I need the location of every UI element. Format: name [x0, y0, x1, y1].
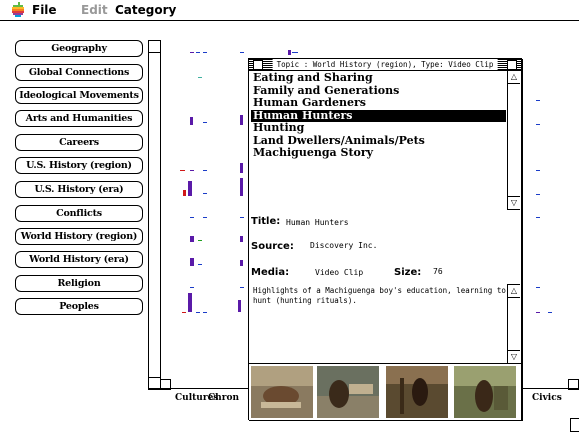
media-label: Media:	[251, 267, 290, 278]
video-thumbnail[interactable]	[317, 366, 379, 418]
grid-vertical-scrollbar[interactable]	[148, 40, 161, 390]
scroll-left-arrow-icon[interactable]	[160, 379, 171, 390]
scroll-up-arrow-icon[interactable]	[149, 41, 160, 53]
category-button-world-history-era[interactable]: World History (era)	[15, 251, 143, 268]
topic-marker[interactable]	[190, 287, 194, 288]
topic-window: Topic : World History (region), Type: Vi…	[248, 58, 522, 420]
topic-marker[interactable]	[180, 170, 185, 171]
topic-marker[interactable]	[548, 312, 552, 313]
menu-edit[interactable]: Edit	[81, 3, 108, 17]
category-button-global-connections[interactable]: Global Connections	[15, 64, 143, 81]
source-value: Discovery Inc.	[310, 241, 378, 250]
video-thumbnail[interactable]	[251, 366, 313, 418]
topic-marker[interactable]	[203, 193, 207, 194]
topic-window-titlebar[interactable]: Topic : World History (region), Type: Vi…	[249, 59, 521, 71]
menu-category[interactable]: Category	[115, 3, 176, 17]
category-button-religion[interactable]: Religion	[15, 275, 143, 292]
zoom-box-icon[interactable]	[507, 60, 517, 70]
category-button-peoples[interactable]: Peoples	[15, 298, 143, 315]
topic-marker[interactable]	[203, 122, 207, 123]
media-value: Video Clip	[315, 268, 364, 277]
topic-marker[interactable]	[288, 50, 291, 55]
category-button-careers[interactable]: Careers	[15, 134, 143, 151]
topic-marker[interactable]	[183, 190, 186, 196]
apple-menu-icon[interactable]	[11, 2, 25, 17]
topic-list-item[interactable]: Human Gardeners	[251, 96, 506, 110]
topic-marker[interactable]	[536, 217, 540, 218]
scroll-down-arrow-icon[interactable]: ▽	[508, 350, 520, 363]
topic-marker[interactable]	[536, 287, 540, 288]
topic-marker[interactable]	[188, 181, 192, 196]
category-button-geography[interactable]: Geography	[15, 40, 143, 57]
topic-marker[interactable]	[240, 178, 243, 196]
topic-marker[interactable]	[240, 236, 243, 242]
topic-marker[interactable]	[190, 52, 194, 53]
category-button-us-history-region[interactable]: U.S. History (region)	[15, 157, 143, 174]
topic-marker[interactable]	[198, 264, 202, 265]
topic-marker[interactable]	[190, 217, 194, 218]
topic-marker[interactable]	[240, 52, 244, 53]
topic-list-scrollbar[interactable]: △ ▽	[507, 71, 520, 210]
topic-marker[interactable]	[196, 52, 200, 53]
video-thumbnail[interactable]	[386, 366, 448, 418]
topic-marker[interactable]	[182, 312, 186, 313]
source-label: Source:	[251, 241, 294, 252]
description-text: Highlights of a Machiguenga boy's educat…	[253, 286, 506, 305]
category-button-ideological-movements[interactable]: Ideological Movements	[15, 87, 143, 104]
topic-marker[interactable]	[536, 100, 540, 101]
topic-marker[interactable]	[190, 170, 194, 171]
topic-marker[interactable]	[203, 217, 207, 218]
topic-marker[interactable]	[198, 77, 202, 78]
topic-marker[interactable]	[240, 115, 243, 125]
topic-marker[interactable]	[536, 124, 540, 125]
video-thumbnail[interactable]	[454, 366, 516, 418]
topic-marker[interactable]	[190, 117, 193, 125]
topic-marker[interactable]	[240, 287, 244, 288]
topic-list-item[interactable]: Hunting	[251, 121, 506, 135]
topic-marker[interactable]	[196, 312, 200, 313]
menu-file[interactable]: File	[32, 3, 57, 17]
title-value: Human Hunters	[286, 218, 349, 227]
topic-marker[interactable]	[238, 300, 241, 312]
scroll-up-arrow-icon[interactable]: △	[508, 285, 520, 298]
menu-bar: File Edit Category	[0, 0, 579, 21]
topic-marker[interactable]	[190, 258, 194, 266]
column-label-chron: Chron	[208, 393, 239, 403]
size-label: Size:	[394, 267, 422, 278]
scroll-down-arrow-icon[interactable]: ▽	[508, 196, 520, 209]
topic-list-item[interactable]: Eating and Sharing	[251, 72, 506, 85]
topic-marker[interactable]	[198, 240, 202, 241]
scroll-right-arrow-icon[interactable]	[568, 379, 579, 390]
video-thumbnail-strip	[249, 363, 521, 420]
topic-marker[interactable]	[203, 52, 207, 53]
topic-list: Eating and Sharing Family and Generations…	[251, 72, 506, 208]
close-box-icon[interactable]	[253, 60, 263, 70]
column-label-civics: Civics	[532, 393, 562, 403]
category-button-arts-and-humanities[interactable]: Arts and Humanities	[15, 110, 143, 127]
topic-marker[interactable]	[190, 236, 194, 242]
description-scrollbar[interactable]: △ ▽	[507, 284, 520, 364]
topic-marker[interactable]	[188, 293, 192, 312]
topic-marker[interactable]	[203, 170, 207, 171]
category-button-world-history-region[interactable]: World History (region)	[15, 228, 143, 245]
topic-marker[interactable]	[536, 312, 540, 313]
topic-window-title: Topic : World History (region), Type: Vi…	[272, 59, 498, 70]
topic-marker[interactable]	[536, 194, 540, 195]
topic-marker[interactable]	[292, 52, 298, 53]
topic-marker[interactable]	[240, 217, 244, 218]
category-button-conflicts[interactable]: Conflicts	[15, 205, 143, 222]
topic-list-item[interactable]: Machiguenga Story	[251, 146, 506, 160]
category-button-us-history-era[interactable]: U.S. History (era)	[15, 181, 143, 198]
topic-marker[interactable]	[240, 163, 243, 173]
scroll-up-arrow-icon[interactable]: △	[508, 71, 520, 84]
size-value: 76	[433, 267, 443, 276]
topic-marker[interactable]	[536, 170, 540, 171]
title-label: Title:	[251, 216, 281, 227]
topic-marker[interactable]	[240, 260, 243, 266]
topic-marker[interactable]	[203, 312, 207, 313]
